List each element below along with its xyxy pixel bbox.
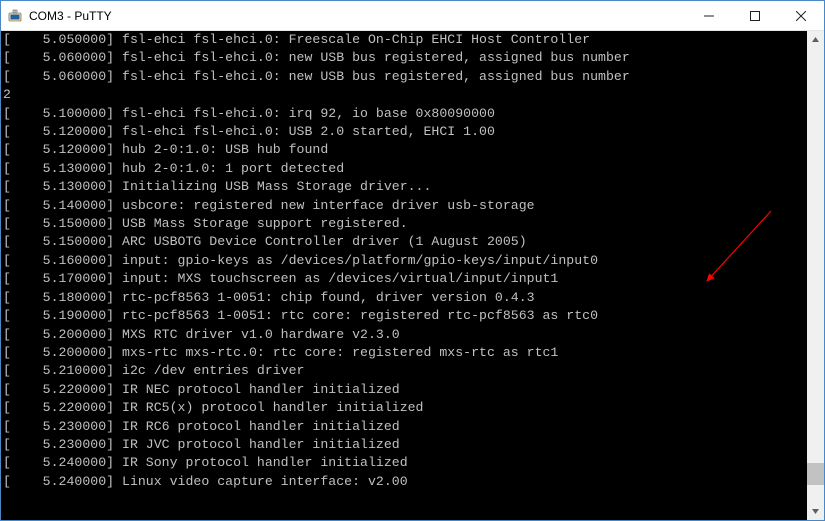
- putty-window: COM3 - PuTTY [ 5.050000] fsl-ehci fsl-eh…: [0, 0, 825, 521]
- scroll-thumb[interactable]: [807, 463, 824, 485]
- putty-icon: [7, 8, 23, 24]
- maximize-button[interactable]: [732, 1, 778, 30]
- minimize-button[interactable]: [686, 1, 732, 30]
- terminal-output[interactable]: [ 5.050000] fsl-ehci fsl-ehci.0: Freesca…: [1, 31, 807, 520]
- vertical-scrollbar[interactable]: [807, 31, 824, 520]
- titlebar[interactable]: COM3 - PuTTY: [1, 1, 824, 31]
- scroll-down-button[interactable]: [807, 503, 824, 520]
- close-button[interactable]: [778, 1, 824, 30]
- window-title: COM3 - PuTTY: [29, 9, 112, 23]
- scroll-track[interactable]: [807, 48, 824, 503]
- window-buttons: [686, 1, 824, 30]
- terminal-area: [ 5.050000] fsl-ehci fsl-ehci.0: Freesca…: [1, 31, 824, 520]
- scroll-up-button[interactable]: [807, 31, 824, 48]
